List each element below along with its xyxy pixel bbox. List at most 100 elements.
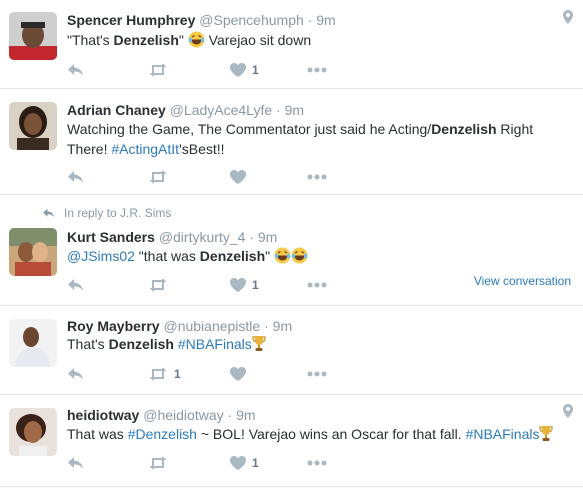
reply-button[interactable] (67, 454, 84, 472)
heart-icon (230, 456, 246, 470)
separator-dot: · (307, 12, 313, 28)
hashtag-link[interactable]: #NBAFinals (466, 426, 540, 442)
timestamp[interactable]: 9m (316, 12, 335, 28)
timestamp[interactable]: 9m (258, 229, 277, 245)
text-segment: "That's (67, 32, 114, 48)
fullname[interactable]: heidiotway (67, 407, 139, 423)
hashtag-link[interactable]: #Denzelish (128, 426, 197, 442)
reply-context-text: In reply to J.R. Sims (64, 206, 172, 220)
screenname[interactable]: @Spencehumph (199, 12, 304, 28)
reply-icon (68, 64, 83, 76)
screenname[interactable]: @dirtykurty_4 (159, 229, 246, 245)
screenname[interactable]: @heidiotway (143, 407, 223, 423)
separator-dot: · (276, 102, 281, 118)
view-conversation-link[interactable]: View conversation (474, 274, 571, 288)
text-segment: That was (67, 426, 128, 442)
avatar[interactable] (9, 319, 57, 367)
tweet-item[interactable]: heidiotway @heidiotway · 9m That was #De… (0, 396, 583, 487)
fullname[interactable]: Spencer Humphrey (67, 12, 195, 28)
more-icon (307, 174, 327, 180)
tweet-text: Watching the Game, The Commentator just … (67, 119, 567, 159)
like-count: 1 (252, 278, 259, 292)
laughing-emoji-icon (188, 31, 205, 53)
reply-button[interactable] (67, 168, 84, 186)
fullname[interactable]: Kurt Sanders (67, 229, 155, 245)
laughing-emoji-icon (291, 247, 308, 269)
more-button[interactable] (307, 168, 327, 186)
screenname[interactable]: @nubianepistle (163, 318, 260, 334)
reply-icon (68, 279, 83, 291)
tweet-header: Spencer Humphrey @Spencehumph · 9m (67, 11, 336, 29)
tweet-header: heidiotway @heidiotway · 9m (67, 406, 256, 424)
tweet-item[interactable]: Roy Mayberry @nubianepistle · 9m That's … (0, 307, 583, 395)
avatar-image (9, 228, 57, 276)
retweet-button[interactable] (148, 168, 174, 186)
retweet-count: 1 (174, 367, 181, 381)
laughing-emoji-icon (274, 247, 291, 269)
like-button[interactable] (230, 365, 252, 383)
more-button[interactable] (307, 454, 327, 472)
text-bold: Denzelish (113, 32, 179, 48)
like-count: 1 (252, 63, 259, 77)
retweet-icon (149, 170, 167, 184)
reply-icon (68, 171, 83, 183)
text-segment: Watching the Game, The Commentator just … (67, 121, 432, 137)
text-segment: That's (67, 336, 109, 352)
mention-link[interactable]: @JSims02 (67, 248, 135, 264)
tweet-header: Roy Mayberry @nubianepistle · 9m (67, 317, 292, 335)
fullname[interactable]: Roy Mayberry (67, 318, 160, 334)
text-bold: Denzelish (108, 336, 174, 352)
hashtag-link[interactable]: #ActingAtIt (111, 141, 179, 157)
screenname[interactable]: @LadyAce4Lyfe (170, 102, 272, 118)
tweet-text: "That's Denzelish" Varejao sit down (67, 30, 567, 53)
more-icon (307, 371, 327, 377)
like-button[interactable]: 1 (230, 454, 259, 472)
separator-dot: · (249, 229, 254, 245)
reply-button[interactable] (67, 61, 84, 79)
avatar-image (9, 408, 57, 456)
reply-icon (68, 457, 83, 469)
hashtag-link[interactable]: #NBAFinals (178, 336, 252, 352)
text-segment: " (265, 248, 275, 264)
heart-icon (230, 170, 246, 184)
retweet-icon (149, 63, 167, 77)
fullname[interactable]: Adrian Chaney (67, 102, 166, 118)
avatar-image (9, 319, 57, 367)
like-button[interactable] (230, 168, 252, 186)
retweet-button[interactable]: 1 (148, 365, 181, 383)
like-count: 1 (252, 456, 259, 470)
reply-button[interactable] (67, 276, 84, 294)
tweet-item[interactable]: In reply to J.R. Sims Kurt Sanders @dirt… (0, 196, 583, 306)
timestamp[interactable]: 9m (285, 102, 304, 118)
heart-icon (230, 278, 246, 292)
more-button[interactable] (307, 365, 327, 383)
avatar[interactable] (9, 228, 57, 276)
avatar[interactable] (9, 102, 57, 150)
like-button[interactable]: 1 (230, 61, 259, 79)
avatar-image (9, 102, 57, 150)
geo-pin-icon[interactable] (563, 10, 573, 29)
retweet-button[interactable] (148, 454, 174, 472)
tweet-item[interactable]: Spencer Humphrey @Spencehumph · 9m "That… (0, 0, 583, 89)
reply-icon (68, 368, 83, 380)
heart-icon (230, 367, 246, 381)
retweet-icon (149, 456, 167, 470)
geo-pin-icon[interactable] (563, 404, 573, 423)
reply-context[interactable]: In reply to J.R. Sims (42, 206, 171, 220)
like-button[interactable]: 1 (230, 276, 259, 294)
timestamp[interactable]: 9m (236, 407, 255, 423)
more-button[interactable] (307, 276, 327, 294)
more-button[interactable] (307, 61, 327, 79)
avatar[interactable] (9, 12, 57, 60)
tweet-item[interactable]: Adrian Chaney @LadyAce4Lyfe · 9m Watchin… (0, 90, 583, 195)
reply-button[interactable] (67, 365, 84, 383)
text-segment: ~ BOL! Varejao wins an Oscar for that fa… (196, 426, 466, 442)
more-icon (307, 282, 327, 288)
retweet-button[interactable] (148, 276, 174, 294)
timestamp[interactable]: 9m (273, 318, 292, 334)
reply-context-icon (43, 208, 54, 218)
retweet-button[interactable] (148, 61, 174, 79)
avatar[interactable] (9, 408, 57, 456)
text-segment: " (178, 32, 188, 48)
retweet-icon (149, 367, 167, 381)
